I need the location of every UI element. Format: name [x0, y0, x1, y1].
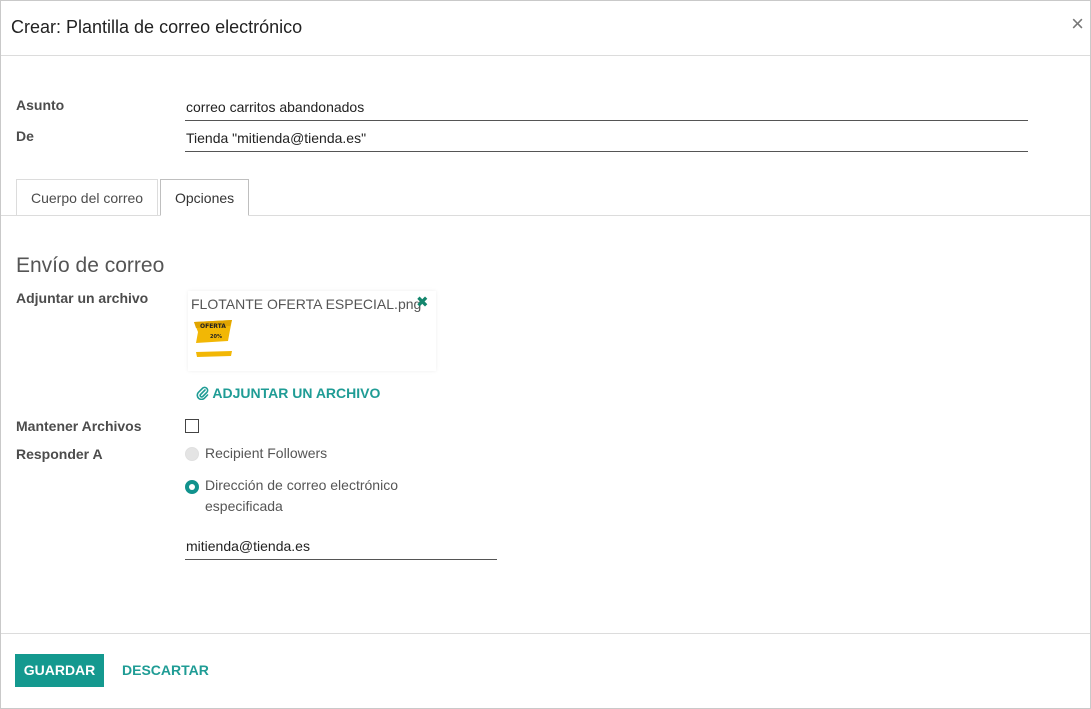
- thumb-text: OFERTA: [200, 323, 226, 330]
- attachment-thumbnail[interactable]: OFERTA 20%: [192, 319, 234, 359]
- radio-recipient-followers[interactable]: [185, 447, 199, 461]
- attach-label: Adjuntar un archivo: [16, 290, 149, 306]
- dialog-header: Crear: Plantilla de correo electrónico ×: [1, 1, 1090, 56]
- tab-bar: Cuerpo del correo Opciones: [1, 179, 1090, 216]
- email-template-dialog: Crear: Plantilla de correo electrónico ×…: [0, 0, 1091, 709]
- dialog-title: Crear: Plantilla de correo electrónico: [11, 17, 303, 37]
- tab-options[interactable]: Opciones: [160, 179, 250, 216]
- attach-file-label: Adjuntar un archivo: [212, 385, 381, 401]
- attachment-card: FLOTANTE OFERTA ESPECIAL.png ✖ OFERTA 20…: [188, 291, 436, 371]
- remove-attachment-icon[interactable]: ✖: [416, 293, 429, 311]
- from-label: De: [16, 128, 34, 144]
- radio-specified-email-label: Dirección de correo electrónico especifi…: [205, 477, 398, 514]
- save-button[interactable]: Guardar: [15, 654, 104, 687]
- attachment-filename: FLOTANTE OFERTA ESPECIAL.png: [191, 296, 422, 312]
- radio-recipient-followers-label: Recipient Followers: [205, 445, 328, 461]
- subject-field[interactable]: correo carritos abandonados: [185, 99, 1028, 121]
- dialog-footer: Guardar Descartar: [1, 633, 1090, 709]
- thumb-sub: 20%: [210, 334, 222, 340]
- attach-file-button[interactable]: Adjuntar un archivo: [196, 385, 380, 401]
- keep-files-checkbox[interactable]: [185, 419, 199, 433]
- paperclip-icon: [196, 386, 209, 401]
- subject-label: Asunto: [16, 97, 65, 113]
- tab-mail-body[interactable]: Cuerpo del correo: [16, 179, 159, 215]
- radio-specified-email[interactable]: [185, 480, 199, 494]
- from-field[interactable]: Tienda "mitienda@tienda.es": [185, 130, 1028, 152]
- keep-files-label: Mantener Archivos: [16, 418, 142, 434]
- reply-to-label: Responder A: [16, 446, 103, 462]
- reply-to-field[interactable]: mitienda@tienda.es: [185, 538, 497, 560]
- close-icon[interactable]: ×: [1071, 13, 1084, 35]
- section-title: Envío de correo: [16, 254, 165, 277]
- discard-button[interactable]: Descartar: [122, 654, 209, 687]
